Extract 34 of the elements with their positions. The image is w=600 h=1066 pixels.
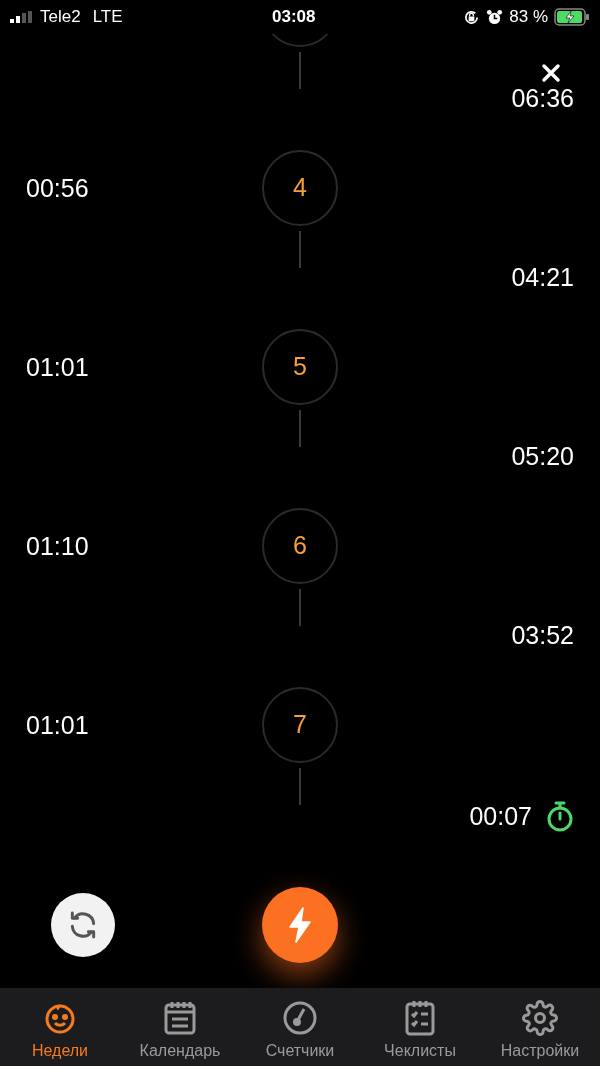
contraction-duration: 01:10 <box>26 532 89 560</box>
contraction-duration: 01:01 <box>26 353 89 381</box>
gauge-icon <box>282 1000 318 1036</box>
status-time: 03:08 <box>272 6 316 29</box>
contraction-button[interactable] <box>262 887 338 963</box>
rotation-lock-icon <box>463 8 481 26</box>
interval-time: 00:07 <box>469 802 532 830</box>
network-type: LTE <box>92 6 123 29</box>
contraction-number: 6 <box>262 508 338 584</box>
carrier-name: Tele2 <box>40 6 81 29</box>
interval-time: 04:21 <box>511 263 574 291</box>
settings-icon <box>522 1000 558 1036</box>
interval-time: 03:52 <box>511 621 574 649</box>
contraction-duration: 01:01 <box>26 711 89 739</box>
calendar-icon <box>163 1000 197 1036</box>
tab[interactable]: Настройки <box>480 988 600 1066</box>
tab[interactable]: Недели <box>0 988 120 1066</box>
alarm-icon <box>486 8 504 26</box>
interval-time: 06:36 <box>511 84 574 112</box>
contraction-number: 5 <box>262 329 338 405</box>
battery-percent: 83 % <box>509 6 548 29</box>
stopwatch-icon <box>546 800 574 832</box>
interval-time: 05:20 <box>511 442 574 470</box>
lightning-icon <box>287 907 313 943</box>
checklist-icon <box>404 1000 436 1036</box>
signal-icon <box>10 11 32 23</box>
battery-icon <box>554 8 590 26</box>
contraction-number: 7 <box>262 687 338 763</box>
close-icon <box>541 63 561 83</box>
contraction-number: 4 <box>262 150 338 226</box>
tab[interactable]: Счетчики <box>240 988 360 1066</box>
contraction-duration: 00:56 <box>26 174 89 202</box>
tab[interactable]: Календарь <box>120 988 240 1066</box>
tab[interactable]: Чеклисты <box>360 988 480 1066</box>
